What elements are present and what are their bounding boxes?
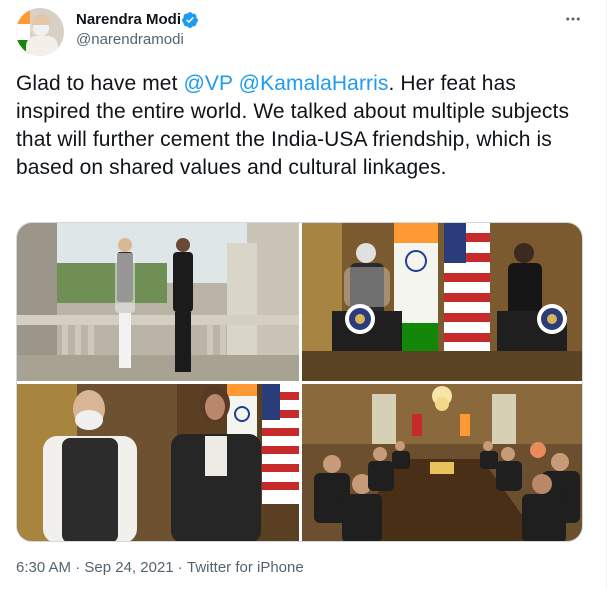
tweet-text-part: Glad to have met: [16, 72, 184, 95]
author-name[interactable]: Narendra Modi: [76, 10, 181, 30]
tweet-source[interactable]: Twitter for iPhone: [187, 558, 304, 578]
tweet-date[interactable]: Sep 24, 2021: [84, 558, 173, 578]
photo-portrait[interactable]: [17, 384, 299, 541]
author-avatar[interactable]: [16, 8, 64, 56]
verified-badge-icon: [182, 12, 198, 28]
mention-link-kamalaharris[interactable]: @KamalaHarris: [239, 72, 389, 95]
photo-meeting-table[interactable]: [302, 384, 582, 541]
meta-separator: ·: [71, 559, 85, 576]
tweet-time[interactable]: 6:30 AM: [16, 558, 71, 578]
media-grid: [16, 222, 583, 542]
meta-separator: ·: [173, 559, 187, 576]
more-options-icon[interactable]: [562, 8, 584, 30]
photo-podiums[interactable]: [302, 223, 582, 381]
tweet-text: Glad to have met @VP @KamalaHarris. Her …: [16, 70, 591, 182]
photo-balcony[interactable]: [17, 223, 299, 381]
mention-link-vp[interactable]: @VP: [183, 72, 232, 95]
author-handle[interactable]: @narendramodi: [76, 30, 184, 50]
tweet-card: Narendra Modi @narendramodi Glad to have…: [0, 0, 607, 589]
tweet-meta: 6:30 AM · Sep 24, 2021 · Twitter for iPh…: [16, 558, 304, 578]
